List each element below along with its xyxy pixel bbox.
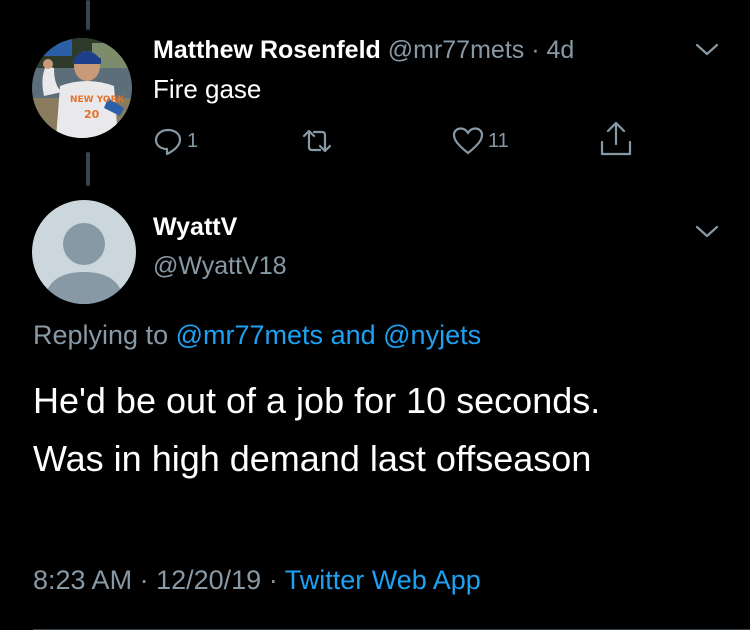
parent-author-name[interactable]: Matthew Rosenfeld bbox=[153, 36, 381, 64]
tweet-date[interactable]: 12/20/19 bbox=[156, 565, 261, 595]
meta-separator: · bbox=[139, 565, 149, 595]
parent-tweet-header: Matthew Rosenfeld @mr77mets · 4d bbox=[153, 36, 574, 65]
replying-and: and bbox=[330, 320, 376, 350]
main-author-name[interactable]: WyattV bbox=[153, 213, 237, 242]
parent-author-handle[interactable]: @mr77mets bbox=[388, 36, 525, 64]
avatar-jersey-number: 20 bbox=[84, 108, 100, 121]
share-button[interactable] bbox=[598, 121, 634, 156]
chevron-down-icon[interactable] bbox=[692, 40, 722, 60]
main-tweet-text-line: Was in high demand last offseason bbox=[33, 438, 592, 479]
main-author-handle[interactable]: @WyattV18 bbox=[153, 252, 287, 281]
like-count: 11 bbox=[488, 129, 509, 152]
tweet-time[interactable]: 8:23 AM bbox=[33, 565, 132, 595]
replying-prefix: Replying to bbox=[33, 320, 169, 350]
like-icon bbox=[452, 127, 484, 155]
tweet-source-link[interactable]: Twitter Web App bbox=[285, 565, 481, 595]
tweet-metadata: 8:23 AM · 12/20/19 · Twitter Web App bbox=[33, 565, 481, 596]
retweet-button[interactable] bbox=[300, 124, 334, 158]
replying-to: Replying to @mr77mets and @nyjets bbox=[33, 320, 481, 351]
parent-separator: · bbox=[531, 36, 540, 64]
meta-separator: · bbox=[268, 565, 278, 595]
reply-count: 1 bbox=[187, 129, 199, 152]
parent-tweet-text: Fire gase bbox=[153, 74, 262, 104]
parent-avatar[interactable]: NEW YORK 20 bbox=[32, 38, 132, 138]
chevron-down-icon[interactable] bbox=[692, 222, 722, 242]
like-button[interactable]: 11 bbox=[452, 124, 509, 158]
avatar-jersey-text: NEW YORK bbox=[70, 95, 126, 105]
main-tweet-text-line: He'd be out of a job for 10 seconds. bbox=[33, 380, 601, 421]
main-tweet-text: He'd be out of a job for 10 seconds. Was… bbox=[33, 372, 733, 488]
thread-line-top bbox=[86, 0, 90, 30]
share-icon bbox=[600, 121, 632, 156]
retweet-icon bbox=[302, 129, 332, 153]
replying-user-link[interactable]: @nyjets bbox=[383, 320, 481, 350]
main-author-avatar[interactable] bbox=[32, 200, 136, 304]
parent-time[interactable]: 4d bbox=[547, 36, 575, 64]
reply-button[interactable]: 1 bbox=[153, 124, 198, 158]
replying-user-link[interactable]: @mr77mets bbox=[176, 320, 323, 350]
thread-line-connector bbox=[86, 152, 90, 186]
reply-icon bbox=[154, 128, 182, 156]
